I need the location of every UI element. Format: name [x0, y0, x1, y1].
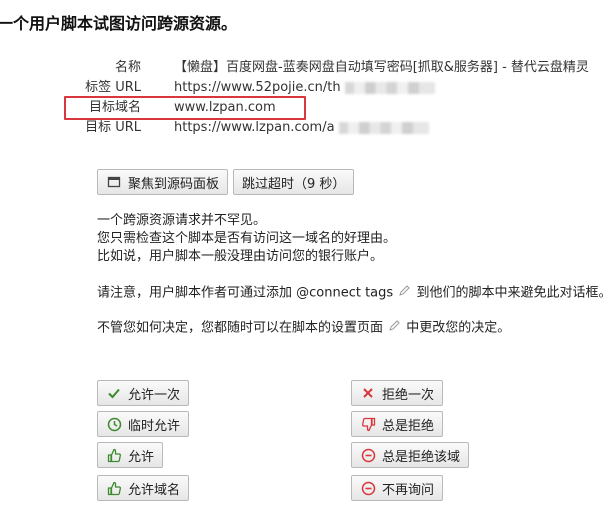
- target-url-value: https://www.lzpan.com/a: [174, 120, 335, 135]
- info-row-target-url: 目标 URL https://www.lzpan.com/a: [0, 118, 609, 138]
- thumbs-up-icon: [106, 480, 122, 496]
- allow-button[interactable]: 允许: [97, 442, 164, 468]
- thumbs-up-icon: [106, 447, 122, 463]
- allow-domain-button[interactable]: 允许域名: [97, 475, 190, 501]
- name-value: 【懒盘】百度网盘-蓝奏网盘自动填写密码[抓取&服务器] - 替代云盘精灵: [174, 60, 589, 75]
- skip-timeout-button[interactable]: 跳过超时（9 秒）: [233, 169, 355, 195]
- thumbs-down-icon: [360, 416, 376, 432]
- always-deny-button[interactable]: 总是拒绝: [351, 411, 444, 437]
- message-line-3: 比如说，用户脚本一般没理由访问您的银行账户。: [97, 249, 384, 264]
- tag-url-field: https://www.52pojie.cn/th: [174, 78, 435, 98]
- deny-once-button[interactable]: 拒绝一次: [351, 380, 444, 406]
- redacted-blur: [344, 81, 435, 94]
- check-icon: [106, 385, 122, 401]
- target-url-label: 目标 URL: [85, 120, 141, 135]
- allow-domain-label: 允许域名: [128, 482, 181, 498]
- message-line-2: 您只需检查这个脚本是否有访问这一域名的好理由。: [97, 231, 397, 246]
- never-ask-button[interactable]: 不再询问: [351, 475, 444, 501]
- tag-url-label: 标签 URL: [85, 80, 141, 95]
- clock-icon: [106, 416, 122, 432]
- never-ask-label: 不再询问: [382, 482, 435, 498]
- message-line-1: 一个跨源资源请求并不罕见。: [97, 213, 267, 228]
- focus-source-panel-button[interactable]: 聚焦到源码面板: [97, 169, 229, 195]
- focus-source-panel-label: 聚焦到源码面板: [128, 176, 220, 192]
- target-domain-highlight: [64, 96, 306, 120]
- allow-temporarily-label: 临时允许: [128, 418, 181, 434]
- dialog-heading: 一个用户脚本试图访问跨源资源。: [0, 14, 238, 33]
- minus-circle-icon: [360, 480, 376, 496]
- always-deny-domain-button[interactable]: 总是拒绝该域: [351, 442, 470, 468]
- pencil-icon[interactable]: [389, 319, 400, 337]
- redacted-blur: [338, 121, 429, 134]
- allow-label: 允许: [128, 449, 155, 465]
- source-panel-icon: [106, 174, 122, 190]
- always-deny-domain-label: 总是拒绝该域: [382, 449, 461, 465]
- minus-circle-icon: [360, 447, 376, 463]
- name-label: 名称: [114, 60, 141, 75]
- always-deny-label: 总是拒绝: [382, 418, 435, 434]
- allow-temporarily-button[interactable]: 临时允许: [97, 411, 190, 437]
- allow-once-button[interactable]: 允许一次: [97, 380, 190, 406]
- tag-url-value: https://www.52pojie.cn/th: [174, 80, 341, 95]
- message-line-5-end: 中更改您的决定。: [406, 320, 511, 336]
- message-line-4: 请注意，用户脚本作者可通过添加 @connect tags 到他们的脚本中来避免…: [97, 284, 609, 303]
- skip-timeout-label: 跳过超时（9 秒）: [242, 176, 346, 192]
- message-line-4-end: 到他们的脚本中来避免此对话框。: [416, 285, 609, 301]
- message-line-5: 不管您如何决定，您都随时可以在脚本的设置页面 中更改您的决定。: [97, 319, 510, 338]
- message-line-5-start: 不管您如何决定，您都随时可以在脚本的设置页面: [97, 320, 384, 336]
- allow-once-label: 允许一次: [128, 387, 181, 403]
- target-url-field: https://www.lzpan.com/a: [174, 118, 429, 138]
- info-row-tag-url: 标签 URL https://www.52pojie.cn/th: [0, 78, 609, 98]
- deny-once-label: 拒绝一次: [382, 387, 435, 403]
- pencil-icon[interactable]: [399, 284, 411, 302]
- close-icon: [360, 385, 376, 401]
- message-line-4-start: 请注意，用户脚本作者可通过添加 @connect tags: [97, 285, 394, 301]
- info-row-name: 名称 【懒盘】百度网盘-蓝奏网盘自动填写密码[抓取&服务器] - 替代云盘精灵: [0, 58, 609, 78]
